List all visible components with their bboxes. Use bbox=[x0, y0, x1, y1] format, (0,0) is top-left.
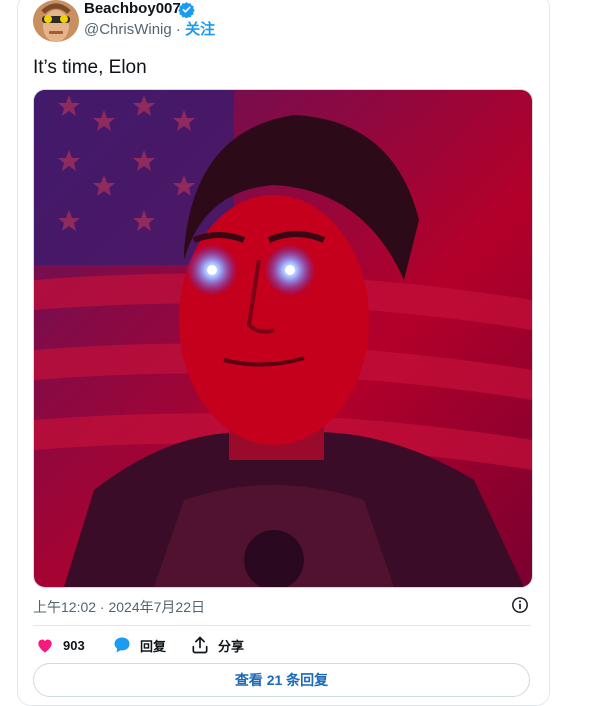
portrait-illustration bbox=[34, 90, 532, 587]
timestamp[interactable]: 上午12:02 · 2024年7月22日 bbox=[33, 597, 205, 617]
tweet-text: It’s time, Elon bbox=[33, 57, 147, 78]
view-replies-button[interactable]: 查看 21 条回复 bbox=[33, 663, 530, 697]
share-button[interactable]: 分享 bbox=[190, 634, 244, 656]
reply-button[interactable]: 回复 bbox=[112, 634, 166, 656]
avatar[interactable] bbox=[33, 0, 79, 42]
verified-badge-icon bbox=[178, 2, 195, 18]
follow-button[interactable]: 关注 bbox=[185, 21, 215, 38]
share-icon bbox=[192, 636, 208, 654]
reply-bubble-icon bbox=[114, 637, 130, 653]
divider bbox=[33, 625, 531, 626]
like-button[interactable]: 903 bbox=[35, 634, 85, 656]
display-name[interactable]: Beachboy007 bbox=[84, 0, 181, 18]
likes-count: 903 bbox=[63, 637, 85, 653]
handle-row: @ChrisWinig · 关注 bbox=[84, 21, 215, 39]
info-icon[interactable] bbox=[511, 596, 529, 614]
handle[interactable]: @ChrisWinig bbox=[84, 21, 172, 38]
separator-dot: · bbox=[175, 21, 181, 38]
heart-icon bbox=[38, 639, 52, 653]
share-label: 分享 bbox=[218, 638, 245, 654]
reply-label: 回复 bbox=[140, 638, 167, 654]
tweet-image[interactable] bbox=[33, 89, 533, 588]
